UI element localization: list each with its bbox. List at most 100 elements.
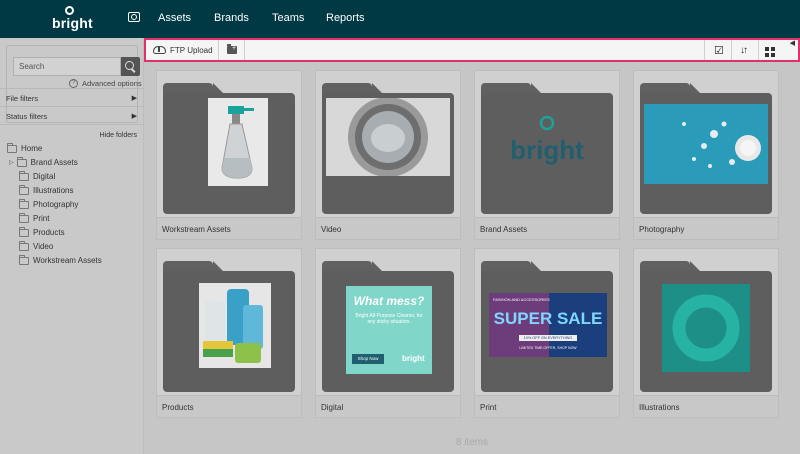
tree-item-home[interactable]: Home [7, 142, 43, 153]
search-icon[interactable] [121, 57, 140, 76]
sale-banner-thumbnail: FASHION AND ACCESSORIES SUPER SALE 10% O… [489, 293, 607, 357]
tree-item-label: Illustrations [33, 186, 74, 195]
ad-title: What mess? [353, 294, 425, 308]
tree-item-label: Video [33, 242, 54, 251]
new-folder-button[interactable] [227, 42, 237, 58]
collapse-panel-icon[interactable]: ◀ [790, 39, 795, 47]
advanced-options-link[interactable]: ? Advanced options [69, 79, 142, 88]
grid-view-button[interactable] [765, 44, 775, 60]
tree-item-label: Workstream Assets [33, 256, 102, 265]
item-count: 8 items [455, 437, 489, 448]
tree-item-illustrations[interactable]: Illustrations [19, 184, 74, 195]
chevron-right-icon: ▶ [131, 113, 137, 120]
tree-item-workstream-assets[interactable]: Workstream Assets [19, 254, 102, 265]
divider [218, 40, 219, 60]
divider [758, 40, 759, 60]
advanced-options-label: Advanced options [82, 79, 142, 88]
sale-banner-sub: 10% OFF ON EVERYTHING [519, 335, 577, 341]
folder-card-products[interactable]: Products [156, 248, 302, 418]
cloud-upload-icon [153, 46, 166, 54]
folder-icon [19, 212, 29, 223]
folder-card-digital[interactable]: What mess? Bright All-Purpose Cleaner, f… [315, 248, 461, 418]
logo-wordmark: bright [510, 135, 584, 165]
nav-brands[interactable]: Brands [214, 12, 249, 24]
folder-icon [640, 93, 772, 214]
status-filters-toggle[interactable]: Status filters ▶ [0, 106, 144, 126]
logo-wordmark: bright [52, 15, 93, 31]
folder-name: Photography [634, 217, 778, 239]
status-filters-label: Status filters [6, 112, 48, 121]
logo-ring-icon [65, 6, 74, 15]
tree-item-brand-assets[interactable]: ▷ Brand Assets [9, 156, 78, 167]
tree-item-digital[interactable]: Digital [19, 170, 56, 181]
checkbox-icon: ☑ [714, 44, 724, 57]
folder-name: Illustrations [634, 395, 778, 417]
tree-item-label: Products [33, 228, 65, 237]
tree-item-products[interactable]: Products [19, 226, 65, 237]
ad-shop-button: Shop Now [352, 354, 384, 364]
sort-button[interactable]: ↓↑ [740, 42, 748, 58]
tree-item-label: Home [21, 144, 43, 153]
hide-folders-link[interactable]: Hide folders [100, 132, 137, 139]
folder-card-illustrations[interactable]: Illustrations [633, 248, 779, 418]
tree-item-video[interactable]: Video [19, 240, 54, 251]
ftp-upload-button[interactable]: FTP Upload [153, 42, 213, 58]
main-content: FTP Upload ☑ ↓↑ ◀ [144, 38, 800, 454]
chevron-right-icon: ▶ [131, 95, 137, 102]
splash-thumbnail [644, 104, 768, 184]
sale-banner-title: SUPER SALE [493, 309, 603, 328]
folder-name: Workstream Assets [157, 217, 301, 239]
search-input[interactable] [13, 57, 121, 76]
folder-icon [16, 156, 27, 167]
folder-icon [19, 254, 29, 265]
sale-banner-top: FASHION AND ACCESSORIES [493, 297, 550, 302]
folder-icon [19, 226, 29, 237]
folder-icon [163, 93, 295, 214]
folder-name: Print [475, 395, 619, 417]
folder-icon [19, 198, 29, 209]
folder-icon: bright [481, 93, 613, 214]
divider [244, 40, 245, 60]
camera-icon[interactable] [128, 12, 140, 22]
grid-view-icon [765, 47, 775, 57]
cleaning-products-thumbnail [199, 283, 271, 368]
folder-card-brand-assets[interactable]: bright Brand Assets [474, 70, 620, 240]
nav-assets[interactable]: Assets [158, 12, 191, 24]
divider [0, 124, 144, 125]
file-filters-toggle[interactable]: File filters ▶ [0, 88, 144, 108]
folder-card-workstream-assets[interactable]: Workstream Assets [156, 70, 302, 240]
tree-item-print[interactable]: Print [19, 212, 50, 223]
folder-icon [19, 240, 29, 251]
folder-icon [322, 93, 454, 214]
sort-icon: ↓↑ [740, 44, 748, 56]
divider [704, 40, 705, 60]
folder-name: Video [316, 217, 460, 239]
folder-icon [19, 170, 29, 181]
washing-machine-thumbnail [326, 98, 450, 176]
expand-arrow-icon[interactable]: ▷ [9, 159, 14, 166]
folder-name: Products [157, 395, 301, 417]
tree-item-label: Brand Assets [30, 158, 78, 167]
folder-icon [640, 271, 772, 392]
nav-reports[interactable]: Reports [326, 12, 365, 24]
folder-icon [163, 271, 295, 392]
tree-item-label: Photography [33, 200, 79, 209]
tree-item-label: Print [33, 214, 50, 223]
file-filters-label: File filters [6, 94, 39, 103]
folder-icon: What mess? Bright All-Purpose Cleaner, f… [322, 271, 454, 392]
nav-teams[interactable]: Teams [272, 12, 304, 24]
folder-icon [19, 184, 29, 195]
help-icon: ? [69, 79, 78, 88]
folder-card-photography[interactable]: Photography [633, 70, 779, 240]
folder-icon [7, 142, 17, 153]
select-mode-button[interactable]: ☑ [714, 42, 724, 58]
tree-item-label: Digital [33, 172, 56, 181]
folder-name: Digital [316, 395, 460, 417]
divider [731, 40, 732, 60]
folder-card-print[interactable]: FASHION AND ACCESSORIES SUPER SALE 10% O… [474, 248, 620, 418]
folder-card-video[interactable]: Video [315, 70, 461, 240]
bright-logo-thumbnail: bright [505, 111, 589, 171]
tree-item-photography[interactable]: Photography [19, 198, 79, 209]
bright-logo[interactable]: bright [50, 6, 93, 34]
folder-name: Brand Assets [475, 217, 619, 239]
